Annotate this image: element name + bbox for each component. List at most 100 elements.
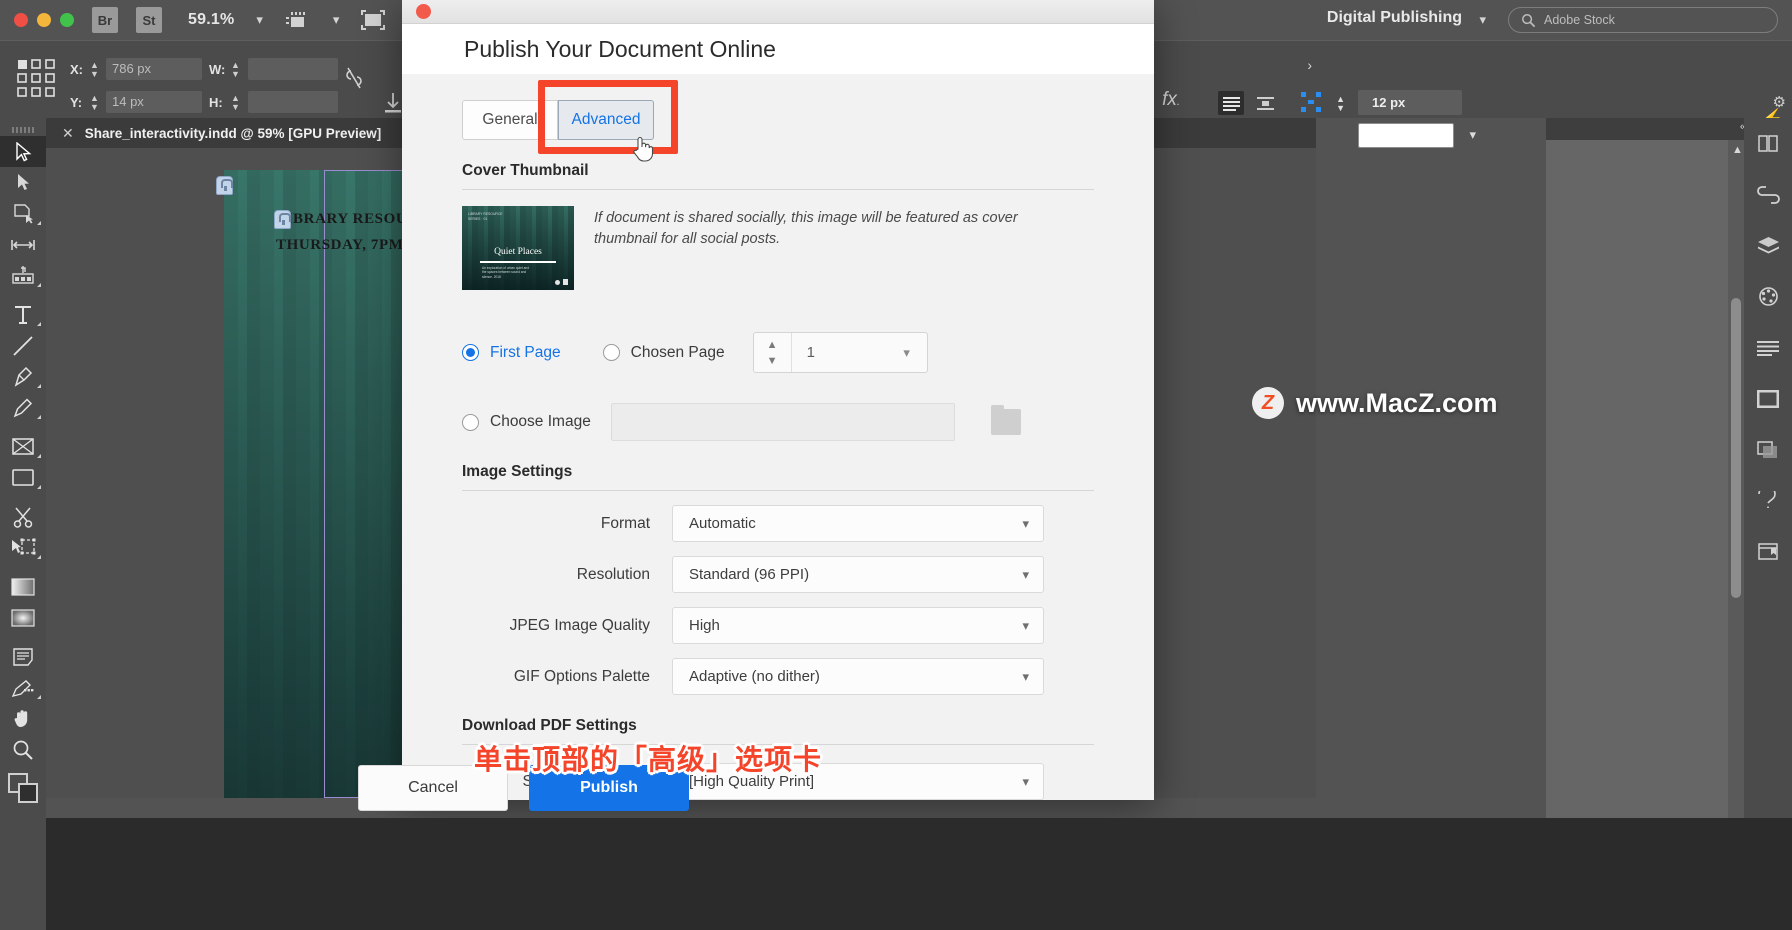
pdf-settings-section-title: Download PDF Settings [462,717,637,734]
pages-panel-icon[interactable] [1744,118,1792,169]
radio-choose-image[interactable] [462,413,479,431]
rectangle-tool[interactable] [0,462,46,493]
radio-first-page[interactable] [462,344,479,361]
page-tool[interactable] [0,198,46,229]
zoom-dropdown-chevron-icon[interactable]: ▾ [256,12,263,28]
x-stepper[interactable]: ▲ ▼ [90,61,99,79]
jpeg-quality-label: JPEG Image Quality [509,616,650,634]
direct-selection-tool[interactable] [0,167,46,198]
line-tool[interactable] [0,330,46,361]
fill-stroke-swatches[interactable] [8,773,38,803]
radio-chosen-page[interactable] [602,344,620,361]
view-mode-icon[interactable] [285,10,311,30]
dialog-header: Publish Your Document Online [402,24,1154,74]
cc-libraries-icon[interactable] [1744,475,1792,526]
content-collector-tool[interactable] [0,260,46,291]
format-select[interactable]: Automatic ▾ [672,505,1044,542]
window-controls[interactable] [0,13,74,27]
image-settings-section-title: Image Settings [462,463,573,480]
page-number-stepper[interactable]: ▲ ▼ [754,333,792,372]
scrollbar-thumb[interactable] [1731,298,1741,598]
free-transform-tool[interactable] [0,532,46,563]
color-panel-icon[interactable] [1744,271,1792,322]
scroll-up-icon[interactable]: ▲ [1732,144,1743,156]
selection-tool[interactable] [0,136,46,167]
align-center-vertical-icon[interactable] [1252,91,1278,115]
dialog-titlebar [402,0,1154,25]
folder-icon[interactable] [990,405,1021,435]
x-position-input[interactable]: 786 px [106,58,202,80]
hand-tool[interactable] [0,703,46,734]
workspace-chevron-icon[interactable]: ▾ [1479,12,1486,28]
subtitle-english: Click in the Advanced tab at the t [0,926,1792,930]
leading-value-input[interactable]: 12 px [1358,90,1462,115]
zoom-tool[interactable] [0,734,46,765]
gap-tool[interactable] [0,229,46,260]
reference-point-proxy[interactable] [16,58,60,107]
effects-panel-icon[interactable] [1744,424,1792,475]
paragraph-styles-icon[interactable] [1744,322,1792,373]
radio-choose-image-label: Choose Image [490,413,591,430]
publish-online-dialog[interactable]: Publish Your Document Online General Adv… [402,0,1154,800]
maximize-window-button[interactable] [60,13,74,27]
type-tool[interactable] [0,299,46,330]
swatch-chevron-icon[interactable]: ▾ [1469,127,1476,143]
layers-panel-icon[interactable] [1744,220,1792,271]
h-field-label: H: [209,95,223,110]
page-number-value[interactable]: 1 [792,344,887,361]
y-position-input[interactable]: 14 px [106,91,202,113]
cover-thumbnail-preview[interactable]: LIBRARY RESOURCE SERIES · 01 Quiet Places… [462,206,574,290]
resolution-select[interactable]: Standard (96 PPI) ▾ [672,556,1044,593]
tools-panel-grip[interactable] [0,124,46,136]
adobe-stock-search[interactable]: Adobe Stock [1508,7,1778,33]
gradient-swatch-tool[interactable] [0,571,46,602]
search-icon [1522,13,1536,27]
view-mode-chevron-icon[interactable]: ▾ [333,12,340,28]
pen-tool[interactable] [0,361,46,392]
stroke-swatch[interactable] [1358,123,1454,148]
tab-general[interactable]: General [462,100,558,140]
choose-image-path-input[interactable] [610,403,955,441]
stroke-panel-icon[interactable] [1744,373,1792,424]
scissors-tool[interactable] [0,501,46,532]
tab-advanced[interactable]: Advanced [538,80,678,154]
zoom-level-value[interactable]: 59.1% [188,11,234,29]
width-input[interactable] [248,58,338,80]
eyedropper-tool[interactable] [0,672,46,703]
chosen-page-number-field[interactable]: ▲ ▼ 1 ▾ [752,332,928,373]
stock-icon[interactable]: St [136,7,162,33]
y-stepper[interactable]: ▲ ▼ [90,94,99,112]
document-tab[interactable]: ✕ Share_interactivity.indd @ 59% [GPU Pr… [46,118,398,148]
jpeg-quality-select[interactable]: High ▾ [672,607,1044,644]
screen-mode-icon[interactable] [361,10,386,30]
lock-icon[interactable] [216,176,233,195]
align-justify-icon[interactable] [1218,91,1244,115]
close-window-button[interactable] [14,13,28,27]
workspace-switcher-label[interactable]: Digital Publishing [1327,9,1462,27]
fx-effects-icon[interactable]: fx. [1162,89,1180,111]
spacing-icon[interactable] [1300,91,1322,118]
close-tab-icon[interactable]: ✕ [62,125,74,142]
gradient-feather-tool[interactable] [0,602,46,633]
panel-expand-icon[interactable]: › [1307,57,1312,73]
gif-palette-select[interactable]: Adaptive (no dither) ▾ [672,658,1044,695]
active-panel-body[interactable] [1546,140,1728,930]
w-stepper[interactable]: ▲ ▼ [231,61,240,79]
lock-icon[interactable] [274,210,291,229]
pencil-tool[interactable] [0,392,46,423]
frame-tool[interactable] [0,431,46,462]
minimize-window-button[interactable] [37,13,51,27]
page-number-chevron-icon[interactable]: ▾ [887,345,927,361]
bookmarks-panel-icon[interactable] [1744,526,1792,577]
h-stepper[interactable]: ▲ ▼ [231,94,240,112]
links-panel-icon[interactable] [1744,169,1792,220]
note-tool[interactable] [0,641,46,672]
leading-stepper[interactable]: ▲ ▼ [1336,95,1345,113]
bridge-icon[interactable]: Br [92,7,118,33]
dialog-close-button[interactable] [416,4,431,20]
choose-image-row: Choose Image [462,403,1094,441]
constrain-proportions-icon[interactable] [344,65,364,96]
watermark-text: www.MacZ.com [1296,387,1498,418]
height-input[interactable] [248,91,338,113]
distribute-down-icon[interactable] [382,91,404,120]
